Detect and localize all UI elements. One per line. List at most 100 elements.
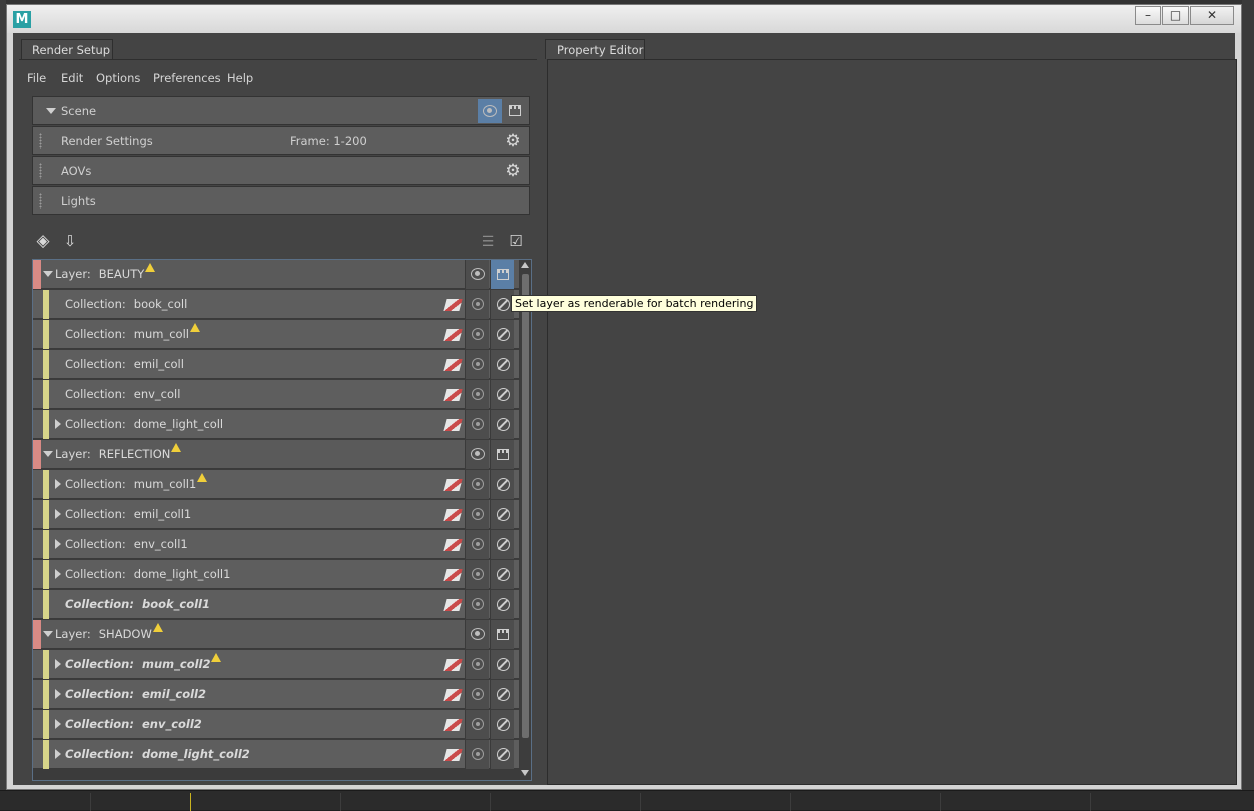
enable-toggle-button[interactable] xyxy=(490,710,514,739)
isolate-select-button[interactable] xyxy=(465,740,489,769)
isolate-select-button[interactable] xyxy=(465,350,489,379)
layer-visibility-button[interactable] xyxy=(465,260,489,289)
scene-header[interactable]: Scene xyxy=(32,96,530,125)
expand-arrow-icon[interactable] xyxy=(55,419,61,429)
isolate-select-button[interactable] xyxy=(465,530,489,559)
collection-row[interactable]: Collection: dome_light_coll xyxy=(33,410,519,439)
isolate-select-button[interactable] xyxy=(465,410,489,439)
collection-row[interactable]: Collection: book_coll1 xyxy=(33,590,519,619)
layer-visibility-button[interactable] xyxy=(465,440,489,469)
scene-render-button[interactable] xyxy=(503,99,527,123)
isolate-select-button[interactable] xyxy=(465,380,489,409)
override-icon[interactable] xyxy=(443,569,463,581)
add-layer-icon[interactable]: ◈ xyxy=(34,232,52,250)
expand-arrow-icon[interactable] xyxy=(55,509,61,519)
override-icon[interactable] xyxy=(443,659,463,671)
collection-row[interactable]: Collection: book_coll xyxy=(33,290,519,319)
scroll-up-icon[interactable] xyxy=(521,262,529,268)
enable-toggle-button[interactable] xyxy=(490,380,514,409)
drag-handle-icon[interactable] xyxy=(39,163,42,179)
expand-arrow-icon[interactable] xyxy=(55,749,61,759)
isolate-select-button[interactable] xyxy=(465,710,489,739)
override-icon[interactable] xyxy=(443,299,463,311)
collection-row[interactable]: Collection: env_coll xyxy=(33,380,519,409)
isolate-select-button[interactable] xyxy=(465,590,489,619)
isolate-select-button[interactable] xyxy=(465,290,489,319)
collapse-arrow-icon[interactable] xyxy=(43,631,53,637)
enable-toggle-button[interactable] xyxy=(490,530,514,559)
isolate-select-button[interactable] xyxy=(465,470,489,499)
minimize-button[interactable]: – xyxy=(1135,6,1161,25)
collection-row[interactable]: Collection: mum_coll xyxy=(33,320,519,349)
isolate-select-button[interactable] xyxy=(465,560,489,589)
scroll-thumb[interactable] xyxy=(522,274,529,738)
menu-options[interactable]: Options xyxy=(96,68,140,88)
layer-renderable-button[interactable] xyxy=(490,260,514,289)
enable-toggle-button[interactable] xyxy=(490,320,514,349)
enable-toggle-button[interactable] xyxy=(490,740,514,769)
gear-icon[interactable]: ⚙ xyxy=(504,162,522,180)
override-icon[interactable] xyxy=(443,509,463,521)
window-titlebar[interactable]: M – □ ✕ xyxy=(7,5,1241,33)
enable-toggle-button[interactable] xyxy=(490,470,514,499)
collection-row[interactable]: Collection: mum_coll1 xyxy=(33,470,519,499)
layer-visibility-button[interactable] xyxy=(465,620,489,649)
expand-arrow-icon[interactable] xyxy=(55,719,61,729)
collection-row[interactable]: Collection: dome_light_coll1 xyxy=(33,560,519,589)
layer-renderable-button[interactable] xyxy=(490,620,514,649)
enable-toggle-button[interactable] xyxy=(490,680,514,709)
enable-toggle-button[interactable] xyxy=(490,560,514,589)
override-icon[interactable] xyxy=(443,689,463,701)
isolate-select-button[interactable] xyxy=(465,320,489,349)
isolate-select-button[interactable] xyxy=(465,650,489,679)
collapse-arrow-icon[interactable] xyxy=(46,108,56,114)
scene-visibility-button[interactable] xyxy=(478,99,502,123)
drag-handle-icon[interactable] xyxy=(39,193,42,209)
enable-toggle-button[interactable] xyxy=(490,650,514,679)
collapse-arrow-icon[interactable] xyxy=(43,271,53,277)
collection-row[interactable]: Collection: env_coll2 xyxy=(33,710,519,739)
tab-render-setup[interactable]: Render Setup xyxy=(21,39,113,59)
drag-handle-icon[interactable] xyxy=(39,133,42,149)
override-icon[interactable] xyxy=(443,359,463,371)
menu-file[interactable]: File xyxy=(27,68,46,88)
collection-row[interactable]: Collection: mum_coll2 xyxy=(33,650,519,679)
menu-preferences[interactable]: Preferences xyxy=(153,68,221,88)
collection-row[interactable]: Collection: emil_coll1 xyxy=(33,500,519,529)
maximize-button[interactable]: □ xyxy=(1162,6,1189,25)
import-icon[interactable]: ⇩ xyxy=(61,232,79,250)
enable-toggle-button[interactable] xyxy=(490,590,514,619)
override-icon[interactable] xyxy=(443,749,463,761)
solo-icon[interactable]: ☰ xyxy=(479,233,497,251)
override-icon[interactable] xyxy=(443,599,463,611)
override-icon[interactable] xyxy=(443,329,463,341)
accept-icon[interactable]: ☑ xyxy=(507,232,525,250)
override-icon[interactable] xyxy=(443,539,463,551)
collection-row[interactable]: Collection: env_coll1 xyxy=(33,530,519,559)
aovs-row[interactable]: AOVs ⚙ xyxy=(32,156,530,185)
layer-row[interactable]: Layer: REFLECTION xyxy=(33,440,519,469)
tab-property-editor[interactable]: Property Editor xyxy=(545,39,645,59)
expand-arrow-icon[interactable] xyxy=(55,479,61,489)
collection-row[interactable]: Collection: emil_coll2 xyxy=(33,680,519,709)
isolate-select-button[interactable] xyxy=(465,500,489,529)
scroll-down-icon[interactable] xyxy=(521,770,529,776)
render-settings-row[interactable]: Render Settings Frame: 1-200 ⚙ xyxy=(32,126,530,155)
menu-edit[interactable]: Edit xyxy=(61,68,83,88)
expand-arrow-icon[interactable] xyxy=(55,569,61,579)
expand-arrow-icon[interactable] xyxy=(55,659,61,669)
close-button[interactable]: ✕ xyxy=(1190,6,1234,25)
layer-row[interactable]: Layer: BEAUTY xyxy=(33,260,519,289)
collection-row[interactable]: Collection: emil_coll xyxy=(33,350,519,379)
override-icon[interactable] xyxy=(443,419,463,431)
tree-scrollbar[interactable] xyxy=(520,260,531,780)
override-icon[interactable] xyxy=(443,479,463,491)
gear-icon[interactable]: ⚙ xyxy=(504,132,522,150)
collapse-arrow-icon[interactable] xyxy=(43,451,53,457)
override-icon[interactable] xyxy=(443,719,463,731)
override-icon[interactable] xyxy=(443,389,463,401)
expand-arrow-icon[interactable] xyxy=(55,689,61,699)
enable-toggle-button[interactable] xyxy=(490,500,514,529)
enable-toggle-button[interactable] xyxy=(490,350,514,379)
lights-row[interactable]: Lights xyxy=(32,186,530,215)
